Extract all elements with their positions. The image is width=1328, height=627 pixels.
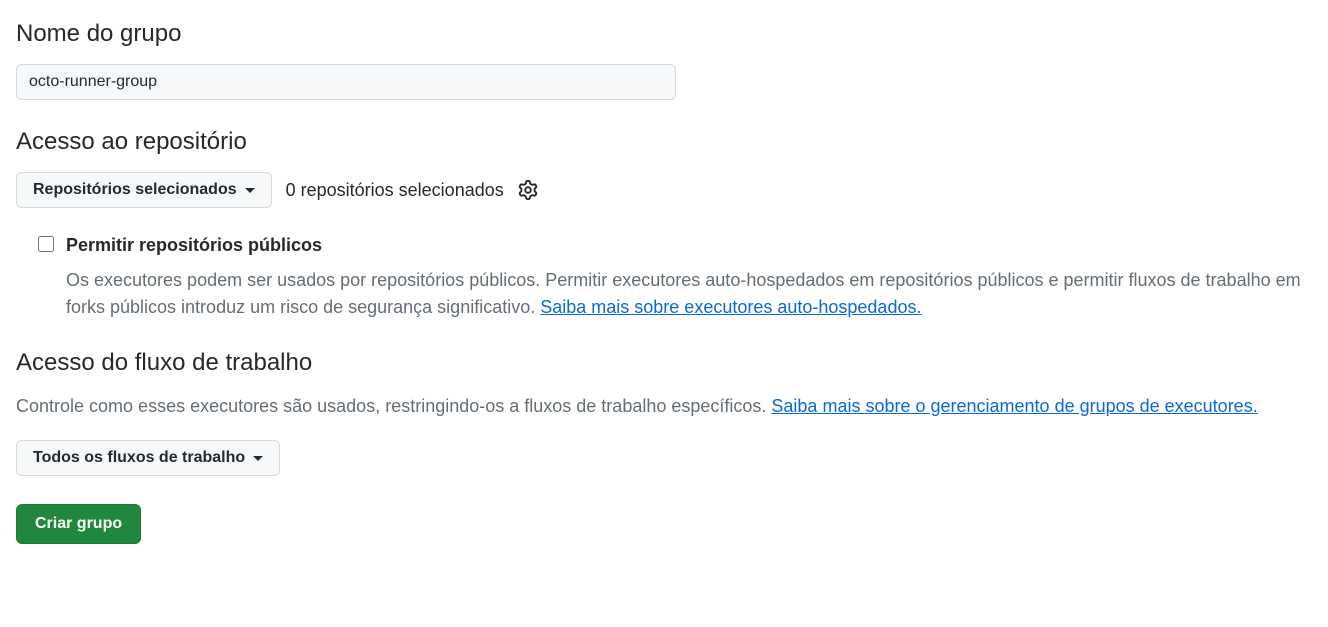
workflow-access-section: Acesso do fluxo de trabalho Controle com… [16, 345, 1312, 476]
workflow-access-dropdown-label: Todos os fluxos de trabalho [33, 449, 245, 467]
workflow-access-description: Controle como esses executores são usado… [16, 393, 1312, 420]
workflow-access-dropdown[interactable]: Todos os fluxos de trabalho [16, 440, 280, 476]
group-name-section: Nome do grupo [16, 16, 1312, 124]
repo-access-dropdown[interactable]: Repositórios selecionados [16, 172, 272, 208]
learn-more-runner-groups-link[interactable]: Saiba mais sobre o gerenciamento de grup… [771, 396, 1257, 416]
allow-public-row: Permitir repositórios públicos [38, 232, 1312, 259]
allow-public-label: Permitir repositórios públicos [66, 232, 322, 259]
repo-access-section: Acesso ao repositório Repositórios selec… [16, 124, 1312, 321]
group-name-heading: Nome do grupo [16, 16, 1312, 52]
repo-access-heading: Acesso ao repositório [16, 124, 1312, 160]
allow-public-checkbox[interactable] [38, 236, 54, 252]
caret-down-icon [245, 188, 255, 193]
group-name-input[interactable] [16, 64, 676, 100]
repo-access-dropdown-label: Repositórios selecionados [33, 181, 237, 199]
workflow-access-description-text: Controle como esses executores são usado… [16, 396, 771, 416]
gear-icon[interactable] [518, 180, 538, 200]
allow-public-description: Os executores podem ser usados por repos… [66, 267, 1312, 321]
repo-count-text: 0 repositórios selecionados [286, 177, 504, 204]
repo-access-row: Repositórios selecionados 0 repositórios… [16, 172, 1312, 208]
create-group-button[interactable]: Criar grupo [16, 504, 141, 544]
caret-down-icon [253, 456, 263, 461]
workflow-dropdown-wrap: Todos os fluxos de trabalho [16, 440, 1312, 476]
workflow-access-heading: Acesso do fluxo de trabalho [16, 345, 1312, 381]
learn-more-self-hosted-link[interactable]: Saiba mais sobre executores auto-hospeda… [540, 297, 921, 317]
